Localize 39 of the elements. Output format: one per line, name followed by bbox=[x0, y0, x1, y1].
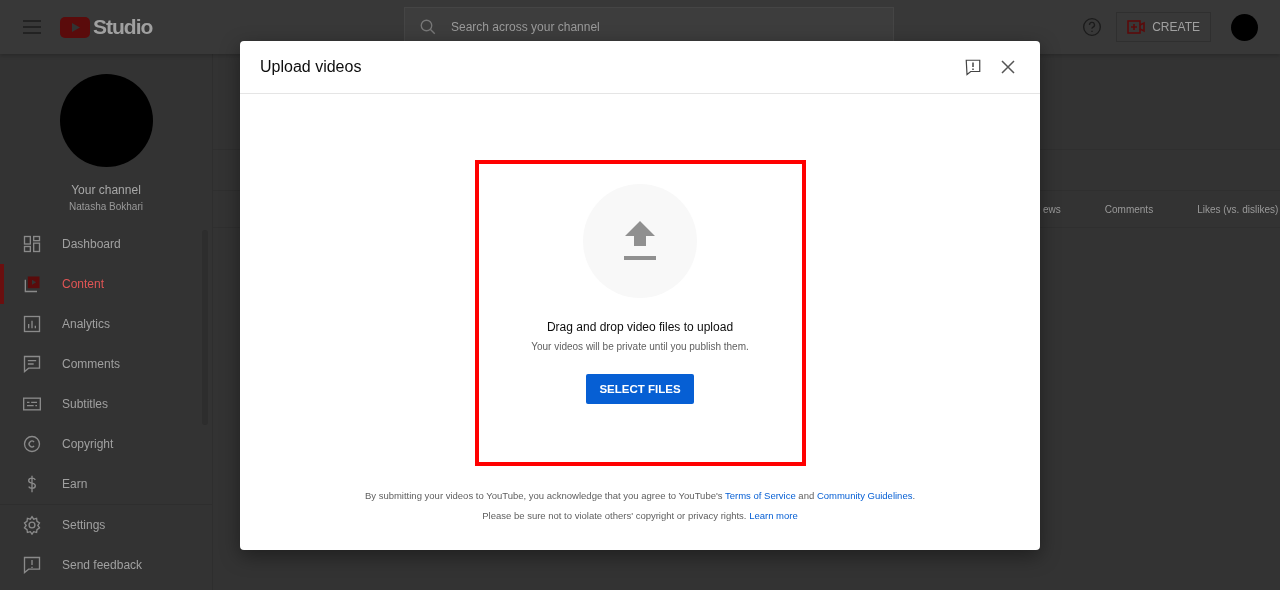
comment-icon bbox=[22, 354, 42, 374]
sidebar-item[interactable]: Settings bbox=[0, 505, 212, 545]
column-header[interactable]: Comments bbox=[1104, 203, 1154, 215]
sidebar-item[interactable]: Subtitles bbox=[0, 384, 212, 424]
logo-text: Studio bbox=[93, 15, 153, 39]
feedback-icon bbox=[964, 58, 982, 76]
feedback-icon bbox=[22, 555, 42, 575]
legal-text: By submitting your videos to YouTube, you acknowledge that you agree to YouTube's Terms of Service and Community Guidelines. bbox=[364, 489, 916, 503]
help-icon bbox=[1082, 17, 1103, 37]
select-files-button[interactable]: SELECT FILES bbox=[586, 374, 694, 404]
settings-icon bbox=[22, 515, 42, 535]
dashboard-icon bbox=[22, 234, 42, 254]
search-input[interactable]: Search across your channel bbox=[451, 17, 879, 37]
drop-title: Drag and drop video files to upload bbox=[546, 320, 734, 334]
channel-title: Your channel bbox=[70, 183, 142, 197]
drop-zone[interactable]: Drag and drop video files to upload Your videos will be private until you publish them. SELECT FILES bbox=[474, 160, 806, 466]
sidebar-item[interactable]: Analytics bbox=[0, 304, 212, 344]
sidebar-item[interactable]: Earn bbox=[0, 464, 212, 504]
upload-icon bbox=[623, 220, 657, 262]
create-button[interactable]: CREATE bbox=[1116, 12, 1211, 42]
sidebar-item[interactable]: Send feedback bbox=[0, 545, 212, 585]
dialog-title: Upload videos bbox=[260, 58, 362, 76]
sidebar-item[interactable]: Copyright bbox=[0, 424, 212, 464]
play-icon bbox=[22, 274, 42, 294]
legal-text: Please be sure not to violate others' copyright or privacy rights. Learn more bbox=[482, 509, 798, 523]
play-logo-icon bbox=[60, 16, 90, 38]
drop-subtitle: Your videos will be private until you publish them. bbox=[531, 341, 749, 352]
sidebar-item[interactable]: Dashboard bbox=[0, 224, 212, 264]
sidebar-item[interactable]: Comments bbox=[0, 344, 212, 384]
column-header[interactable]: Likes (vs. dislikes) bbox=[1197, 203, 1279, 215]
channel-name: Natasha Bokhari bbox=[68, 201, 144, 212]
camera-plus-icon bbox=[1127, 20, 1146, 34]
link[interactable]: Learn more bbox=[749, 510, 798, 521]
column-header[interactable]: ews bbox=[1043, 203, 1061, 215]
close-icon bbox=[1000, 59, 1016, 75]
copyright-icon bbox=[22, 434, 42, 454]
bar-chart-icon bbox=[22, 314, 42, 334]
search-icon bbox=[419, 18, 437, 36]
link[interactable]: Terms of Service bbox=[725, 490, 796, 501]
